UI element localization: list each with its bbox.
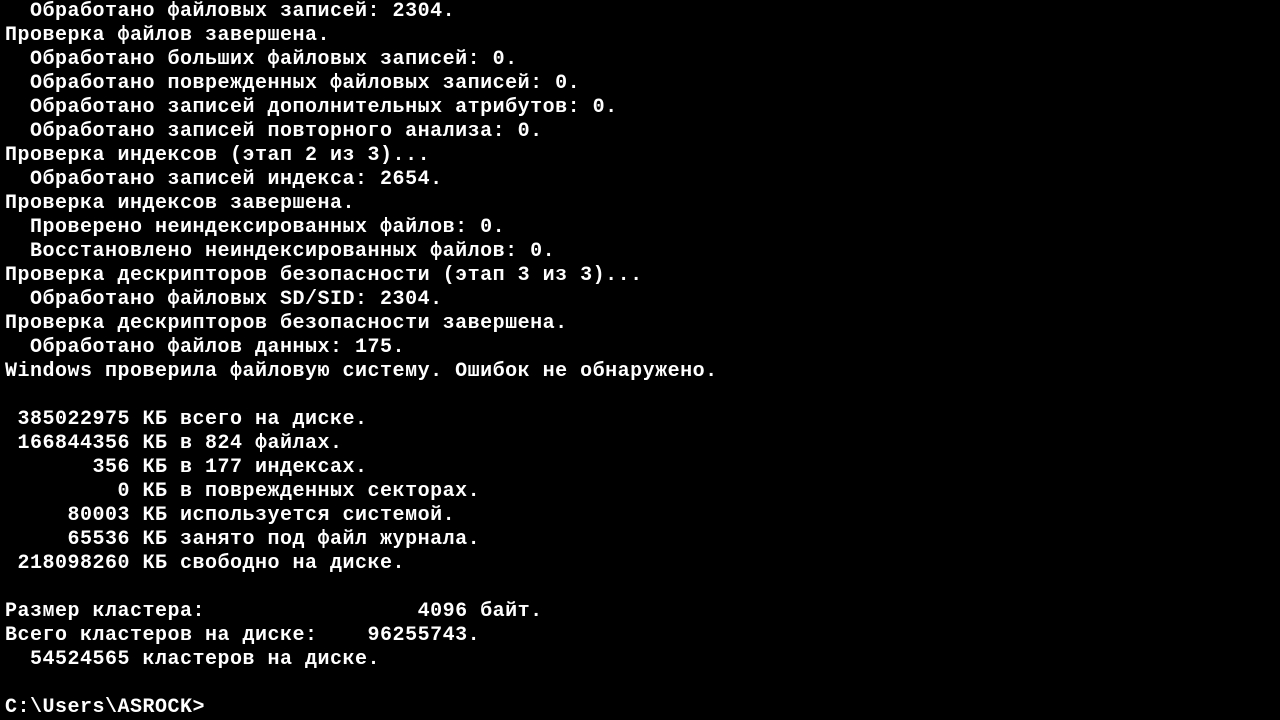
output-line: Обработано больших файловых записей: 0. bbox=[5, 48, 1275, 72]
output-line: Обработано поврежденных файловых записей… bbox=[5, 72, 1275, 96]
output-line: Обработано записей индекса: 2654. bbox=[5, 168, 1275, 192]
output-line: Обработано файловых записей: 2304. bbox=[5, 0, 1275, 24]
output-line: Проверено неиндексированных файлов: 0. bbox=[5, 216, 1275, 240]
terminal-output: Обработано файловых записей: 2304. Прове… bbox=[5, 0, 1275, 720]
output-line bbox=[5, 576, 1275, 600]
output-line: 0 КБ в поврежденных секторах. bbox=[5, 480, 1275, 504]
output-line: 80003 КБ используется системой. bbox=[5, 504, 1275, 528]
output-line: Проверка файлов завершена. bbox=[5, 24, 1275, 48]
output-line: Восстановлено неиндексированных файлов: … bbox=[5, 240, 1275, 264]
output-line bbox=[5, 672, 1275, 696]
output-line: Проверка индексов (этап 2 из 3)... bbox=[5, 144, 1275, 168]
output-line: Windows проверила файловую систему. Ошиб… bbox=[5, 360, 1275, 384]
output-line: Проверка дескрипторов безопасности (этап… bbox=[5, 264, 1275, 288]
output-line: 385022975 КБ всего на диске. bbox=[5, 408, 1275, 432]
command-prompt: C:\Users\ASROCK> bbox=[5, 696, 205, 719]
output-line bbox=[5, 384, 1275, 408]
output-line: Обработано записей повторного анализа: 0… bbox=[5, 120, 1275, 144]
output-line: 356 КБ в 177 индексах. bbox=[5, 456, 1275, 480]
output-line: Обработано файловых SD/SID: 2304. bbox=[5, 288, 1275, 312]
output-line: 218098260 КБ свободно на диске. bbox=[5, 552, 1275, 576]
output-line: Всего кластеров на диске: 96255743. bbox=[5, 624, 1275, 648]
output-line: Обработано записей дополнительных атрибу… bbox=[5, 96, 1275, 120]
output-line: 54524565 кластеров на диске. bbox=[5, 648, 1275, 672]
prompt-line[interactable]: C:\Users\ASROCK> bbox=[5, 696, 1275, 720]
output-line: 65536 КБ занято под файл журнала. bbox=[5, 528, 1275, 552]
output-line: Обработано файлов данных: 175. bbox=[5, 336, 1275, 360]
output-line: Размер кластера: 4096 байт. bbox=[5, 600, 1275, 624]
output-line: 166844356 КБ в 824 файлах. bbox=[5, 432, 1275, 456]
output-line: Проверка дескрипторов безопасности завер… bbox=[5, 312, 1275, 336]
output-line: Проверка индексов завершена. bbox=[5, 192, 1275, 216]
